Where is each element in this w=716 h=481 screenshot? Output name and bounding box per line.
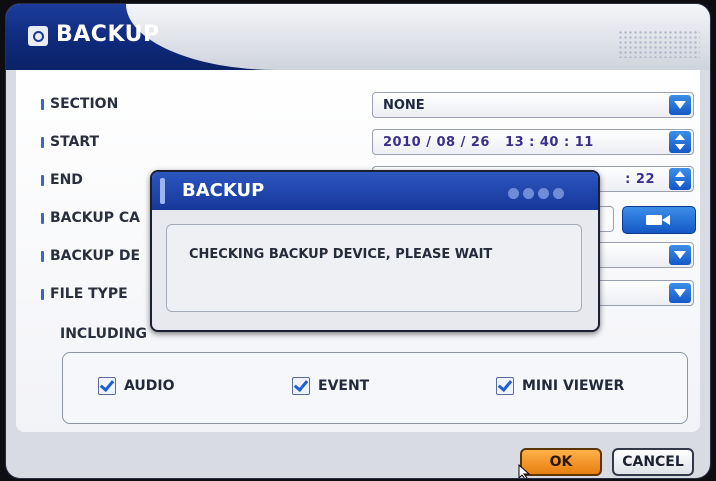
start-datetime-value: 2010 / 08 / 26 13 : 40 : 11 [383, 135, 594, 150]
camera-icon [646, 215, 670, 225]
title-bar: BACKUP [6, 4, 710, 70]
chevron-down-icon[interactable] [669, 95, 691, 115]
section-select[interactable]: NONE [372, 92, 694, 118]
start-datetime-field[interactable]: 2010 / 08 / 26 13 : 40 : 11 [372, 129, 694, 155]
ok-button[interactable]: OK [520, 448, 602, 476]
checkmark-icon[interactable] [98, 377, 116, 395]
audio-checkbox-label: AUDIO [124, 378, 175, 394]
dialog-grip-icon [160, 178, 165, 204]
mini-viewer-checkbox-label: MINI VIEWER [522, 378, 625, 394]
dialog-title: BACKUP [182, 180, 265, 201]
backup-device-label: BACKUP DE [40, 248, 141, 264]
dialog-title-bar: BACKUP [152, 172, 598, 210]
checkmark-icon[interactable] [292, 377, 310, 395]
mini-viewer-checkbox[interactable]: MINI VIEWER [496, 376, 624, 396]
dialog-dots-icon [508, 184, 568, 199]
event-checkbox[interactable]: EVENT [292, 376, 369, 396]
chevron-down-icon[interactable] [669, 283, 691, 303]
backup-progress-dialog: BACKUP CHECKING BACKUP DEVICE, PLEASE WA… [150, 170, 600, 332]
section-label: SECTION [40, 96, 119, 112]
dialog-message-box: CHECKING BACKUP DEVICE, PLEASE WAIT [166, 224, 582, 312]
file-type-label: FILE TYPE [41, 286, 128, 302]
backup-window: BACKUP SECTION NONE START 2010 / 08 / 26… [6, 4, 710, 478]
title-bar-dot-pattern [618, 30, 700, 58]
backup-capacity-label: BACKUP CA [41, 210, 140, 226]
cancel-button[interactable]: CANCEL [612, 448, 694, 476]
spin-up-down-icon[interactable] [669, 131, 691, 153]
mouse-pointer-icon [518, 464, 531, 478]
checkmark-icon[interactable] [496, 377, 514, 395]
event-checkbox-label: EVENT [318, 378, 370, 394]
backup-window-icon [28, 26, 48, 46]
capacity-check-button[interactable] [622, 206, 696, 234]
window-title: BACKUP [56, 22, 160, 47]
end-datetime-value: : 22 [625, 172, 655, 187]
including-label: INCLUDING [60, 326, 148, 342]
dialog-message: CHECKING BACKUP DEVICE, PLEASE WAIT [189, 247, 493, 262]
spin-up-down-icon[interactable] [669, 168, 691, 190]
end-label: END [41, 172, 83, 188]
audio-checkbox[interactable]: AUDIO [98, 376, 175, 396]
section-value: NONE [383, 98, 425, 113]
start-label: START [40, 134, 100, 150]
chevron-down-icon[interactable] [669, 245, 691, 265]
